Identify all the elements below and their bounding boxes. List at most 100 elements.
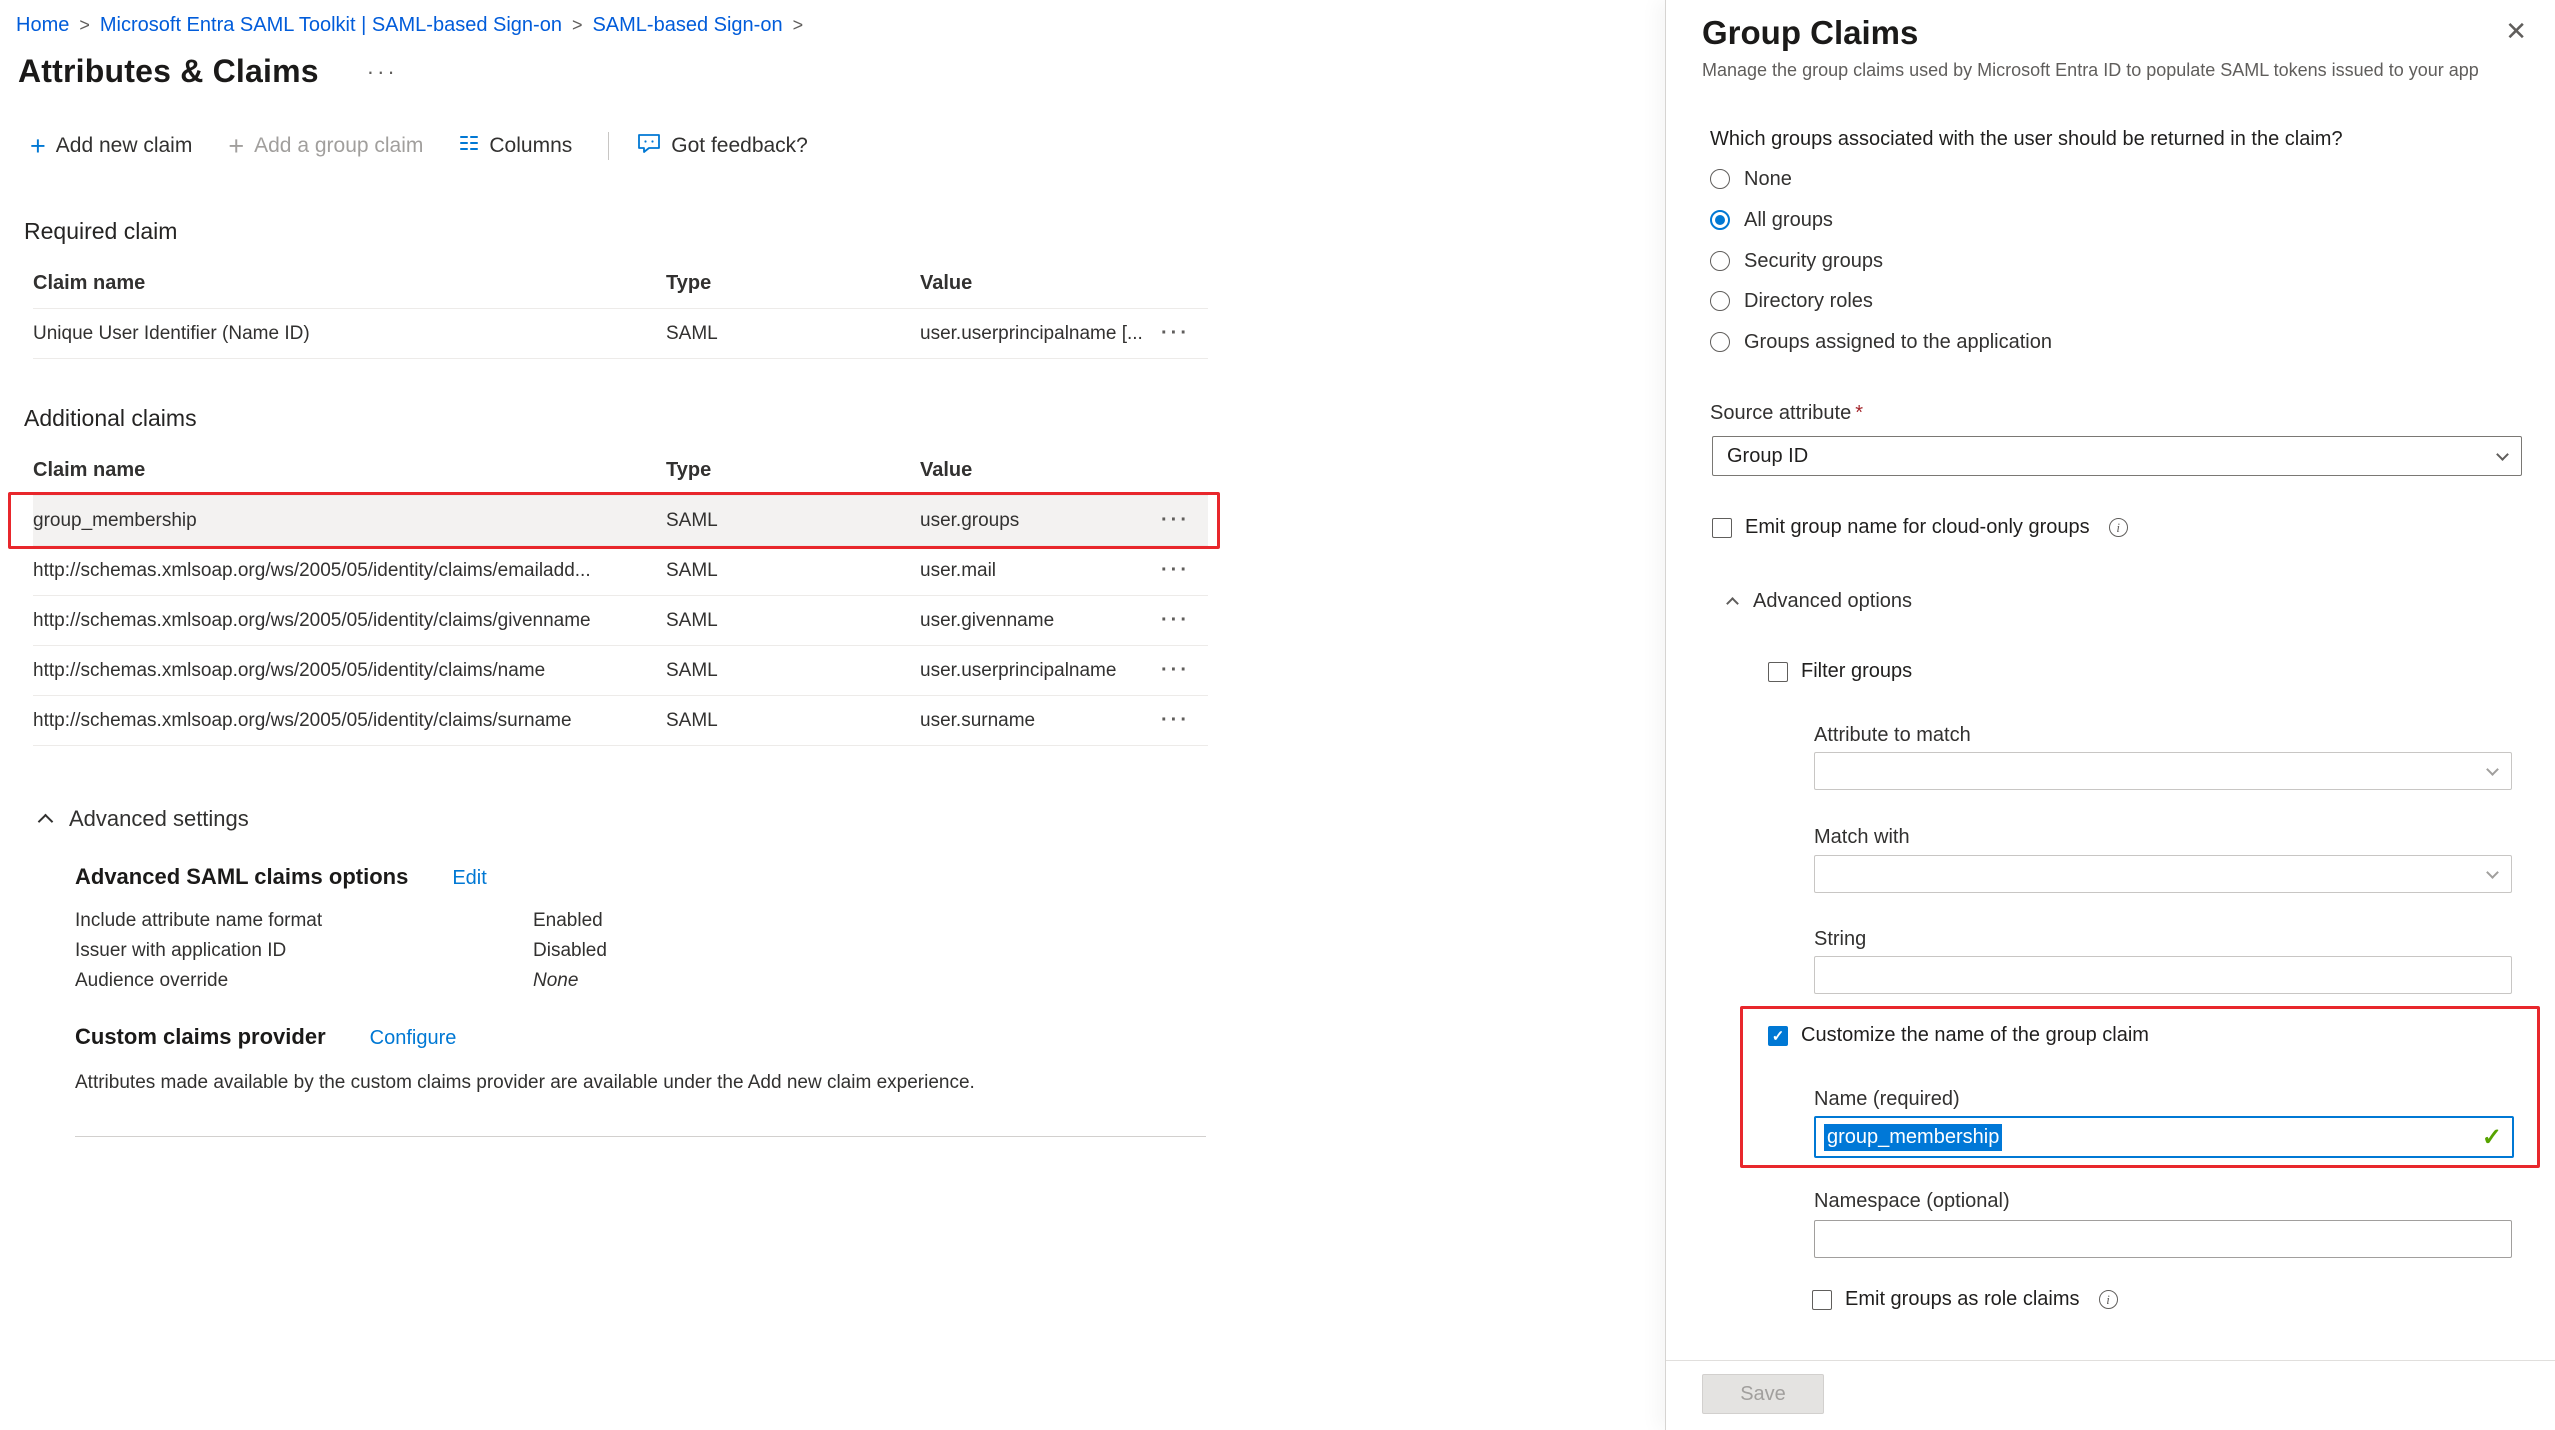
filter-groups-checkbox[interactable]: Filter groups [1768,660,1912,683]
custom-provider-description: Attributes made available by the custom … [75,1072,1665,1094]
name-required-label: Name (required) [1814,1088,1960,1111]
table-row-group-membership[interactable]: group_membership SAML user.groups ··· [33,496,1208,546]
checkbox-label: Emit group name for cloud-only groups [1745,516,2090,539]
info-icon[interactable]: i [2109,518,2128,537]
source-attribute-value: Group ID [1727,445,1808,468]
panel-subtitle: Manage the group claims used by Microsof… [1702,60,2532,81]
claim-name: Unique User Identifier (Name ID) [33,323,666,345]
checkbox-checked-icon [1768,1026,1788,1046]
customize-name-checkbox[interactable]: Customize the name of the group claim [1768,1024,2149,1047]
checkbox-icon [1812,1290,1832,1310]
group-claim-name-input[interactable]: group_membership ✓ [1814,1116,2514,1158]
page-title: Attributes & Claims [18,53,319,90]
add-new-claim-label: Add new claim [56,134,193,158]
advanced-settings-label: Advanced settings [69,806,249,832]
section-divider [75,1136,1206,1137]
option-label: Audience override [75,966,533,996]
breadcrumb-saml-signon[interactable]: SAML-based Sign-on [592,14,782,37]
page-more-button[interactable]: ··· [367,59,398,85]
columns-button[interactable]: Columns [459,134,572,158]
checkbox-label: Emit groups as role claims [1845,1288,2080,1311]
claim-name: http://schemas.xmlsoap.org/ws/2005/05/id… [33,610,666,632]
col-claim-name: Claim name [33,272,666,295]
radio-security-groups[interactable]: Security groups [1710,245,1883,277]
groups-question: Which groups associated with the user sh… [1710,128,2343,151]
radio-icon [1710,251,1730,271]
edit-link[interactable]: Edit [452,867,486,890]
radio-label: Directory roles [1744,290,1873,313]
col-claim-name: Claim name [33,459,666,482]
emit-roles-checkbox[interactable]: Emit groups as role claims i [1812,1288,2118,1311]
add-group-claim-button[interactable]: + Add a group claim [228,134,423,158]
custom-provider-heading: Custom claims provider [75,1024,326,1050]
chevron-up-icon [1726,597,1739,610]
saml-option-row: Include attribute name format Enabled [75,906,1665,936]
string-input[interactable] [1814,956,2512,994]
table-row[interactable]: http://schemas.xmlsoap.org/ws/2005/05/id… [33,696,1208,746]
radio-icon [1710,169,1730,189]
chevron-down-icon [2496,448,2509,461]
breadcrumb-home[interactable]: Home [16,14,69,37]
additional-claims-table: Claim name Type Value group_membership S… [33,446,1208,746]
checkbox-icon [1712,518,1732,538]
table-row[interactable]: Unique User Identifier (Name ID) SAML us… [33,309,1208,359]
close-icon[interactable]: ✕ [2505,16,2527,47]
radio-directory-roles[interactable]: Directory roles [1710,285,1873,317]
col-value: Value [920,459,1160,482]
namespace-input[interactable] [1814,1220,2512,1258]
emit-group-name-checkbox[interactable]: Emit group name for cloud-only groups i [1712,516,2128,539]
radio-all-groups[interactable]: All groups [1710,204,1833,236]
required-claim-table: Claim name Type Value Unique User Identi… [33,259,1208,359]
saml-options-heading: Advanced SAML claims options [75,864,408,890]
radio-groups-assigned[interactable]: Groups assigned to the application [1710,326,2052,358]
table-row[interactable]: http://schemas.xmlsoap.org/ws/2005/05/id… [33,546,1208,596]
claim-value: user.userprincipalname [920,660,1160,682]
custom-provider-header: Custom claims provider Configure [75,1024,1665,1050]
row-menu-button[interactable]: ··· [1160,509,1208,532]
row-menu-button[interactable]: ··· [1160,659,1208,682]
match-with-label: Match with [1814,826,1910,849]
configure-link[interactable]: Configure [370,1027,457,1050]
claim-name: http://schemas.xmlsoap.org/ws/2005/05/id… [33,660,666,682]
row-menu-button[interactable]: ··· [1160,709,1208,732]
radio-icon [1710,332,1730,352]
breadcrumb: Home > Microsoft Entra SAML Toolkit | SA… [0,0,1665,37]
add-new-claim-button[interactable]: + Add new claim [30,134,192,158]
radio-icon [1710,291,1730,311]
radio-none[interactable]: None [1710,163,1792,195]
table-row[interactable]: http://schemas.xmlsoap.org/ws/2005/05/id… [33,646,1208,696]
option-value: Disabled [533,936,1665,966]
additional-claims-heading: Additional claims [24,405,1665,432]
radio-selected-icon [1710,210,1730,230]
attribute-to-match-select[interactable] [1814,752,2512,790]
advanced-settings-toggle[interactable]: Advanced settings [40,806,1665,832]
source-attribute-select[interactable]: Group ID [1712,436,2522,476]
row-menu-button[interactable]: ··· [1160,559,1208,582]
toolbar: + Add new claim + Add a group claim Colu… [30,132,1665,160]
saml-options-rows: Include attribute name format Enabled Is… [0,906,1665,996]
attributes-claims-page: Home > Microsoft Entra SAML Toolkit | SA… [0,0,1665,1430]
info-icon[interactable]: i [2099,1290,2118,1309]
toolbar-divider [608,132,609,160]
claim-type: SAML [666,660,920,682]
claim-type: SAML [666,710,920,732]
claim-name: http://schemas.xmlsoap.org/ws/2005/05/id… [33,710,666,732]
group-claims-panel: Group Claims ✕ Manage the group claims u… [1665,0,2555,1430]
radio-label: Groups assigned to the application [1744,331,2052,354]
advanced-options-toggle[interactable]: Advanced options [1728,590,1912,613]
valid-check-icon: ✓ [2482,1123,2502,1152]
row-menu-button[interactable]: ··· [1160,322,1208,345]
match-with-select[interactable] [1814,855,2512,893]
option-value: None [533,966,1665,996]
panel-title: Group Claims [1702,14,1918,52]
table-row[interactable]: http://schemas.xmlsoap.org/ws/2005/05/id… [33,596,1208,646]
save-button[interactable]: Save [1702,1374,1824,1414]
row-menu-button[interactable]: ··· [1160,609,1208,632]
feedback-button[interactable]: Got feedback? [637,133,808,160]
required-claim-heading: Required claim [24,218,1665,245]
required-asterisk: * [1855,402,1863,424]
col-type: Type [666,459,920,482]
source-attribute-label: Source attribute* [1710,402,1863,425]
breadcrumb-saml-toolkit[interactable]: Microsoft Entra SAML Toolkit | SAML-base… [100,14,562,37]
plus-icon: + [30,136,46,156]
